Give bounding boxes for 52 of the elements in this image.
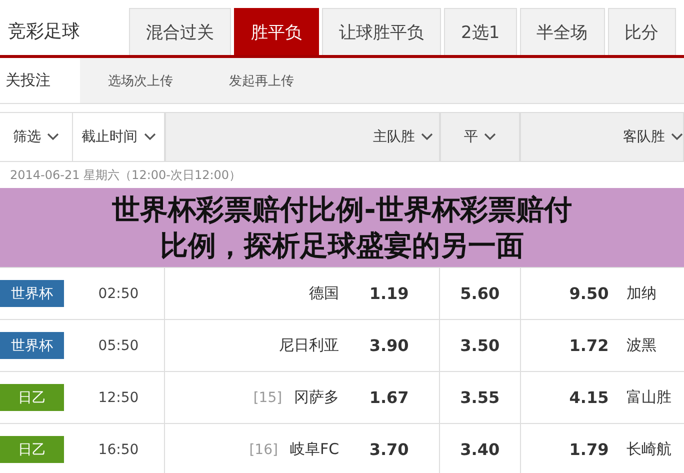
nav-tab[interactable]: 半全场	[520, 8, 605, 55]
title-banner: 世界杯彩票赔付比例-世界杯彩票赔付比例，探析足球盛宴的另一面	[0, 188, 684, 268]
column-header[interactable]: 客队胜	[520, 113, 684, 161]
odds-value[interactable]: 5.60	[460, 284, 500, 303]
chevron-down-icon	[421, 133, 433, 141]
sub-tab[interactable]: 选场次上传	[80, 58, 201, 103]
date-line: 2014-06-21 星期六（12:00-次日12:00）	[10, 166, 242, 184]
nav-tab[interactable]: 让球胜平负	[322, 8, 441, 55]
league-badge: 世界杯	[0, 332, 64, 359]
column-header[interactable]: 平	[440, 113, 520, 161]
brand-title: 竞彩足球	[7, 20, 81, 44]
home-team: 德国	[309, 284, 340, 303]
away-team: 长崎航	[626, 440, 672, 459]
chevron-down-icon	[144, 133, 156, 141]
odds-value[interactable]: 1.79	[520, 440, 609, 459]
odds-value[interactable]: 9.50	[520, 284, 609, 303]
odds-value[interactable]: 3.70	[339, 440, 440, 459]
team-rank: [16]	[249, 442, 278, 458]
home-team: 尼日利亚	[279, 336, 340, 355]
league-badge: 世界杯	[0, 280, 64, 307]
sub-tab[interactable]: 关投注	[0, 58, 80, 103]
odds-value[interactable]: 1.19	[339, 284, 440, 303]
chevron-down-icon	[47, 133, 59, 141]
away-team: 波黑	[626, 336, 657, 355]
match-time: 05:50	[98, 338, 139, 354]
odds-value[interactable]: 1.67	[339, 388, 440, 407]
away-team: 加纳	[626, 284, 657, 303]
odds-value[interactable]: 3.90	[339, 336, 440, 355]
home-team: 冈萨多	[294, 388, 340, 407]
chevron-down-icon	[484, 133, 496, 141]
odds-value[interactable]: 3.55	[460, 388, 500, 407]
odds-value[interactable]: 1.72	[520, 336, 609, 355]
nav-tab[interactable]: 混合过关	[129, 8, 231, 55]
match-time: 12:50	[98, 390, 139, 406]
team-rank: [15]	[253, 390, 282, 406]
column-header[interactable]: 主队胜	[165, 113, 440, 161]
match-time: 02:50	[98, 286, 139, 302]
nav-tab[interactable]: 比分	[608, 8, 676, 55]
odds-value[interactable]: 4.15	[520, 388, 609, 407]
match-time: 16:50	[98, 442, 139, 458]
away-team: 富山胜	[626, 388, 672, 407]
column-header[interactable]: 截止时间	[73, 113, 165, 161]
nav-tab[interactable]: 胜平负	[234, 8, 319, 55]
nav-tab[interactable]: 2选1	[444, 8, 517, 55]
sub-tab[interactable]: 发起再上传	[201, 58, 322, 103]
odds-value[interactable]: 3.50	[460, 336, 500, 355]
chevron-down-icon	[671, 133, 683, 141]
home-team: 岐阜FC	[290, 440, 340, 459]
odds-value[interactable]: 3.40	[460, 440, 500, 459]
column-header[interactable]: 筛选	[0, 113, 73, 161]
league-badge: 日乙	[0, 384, 64, 411]
league-badge: 日乙	[0, 436, 64, 463]
